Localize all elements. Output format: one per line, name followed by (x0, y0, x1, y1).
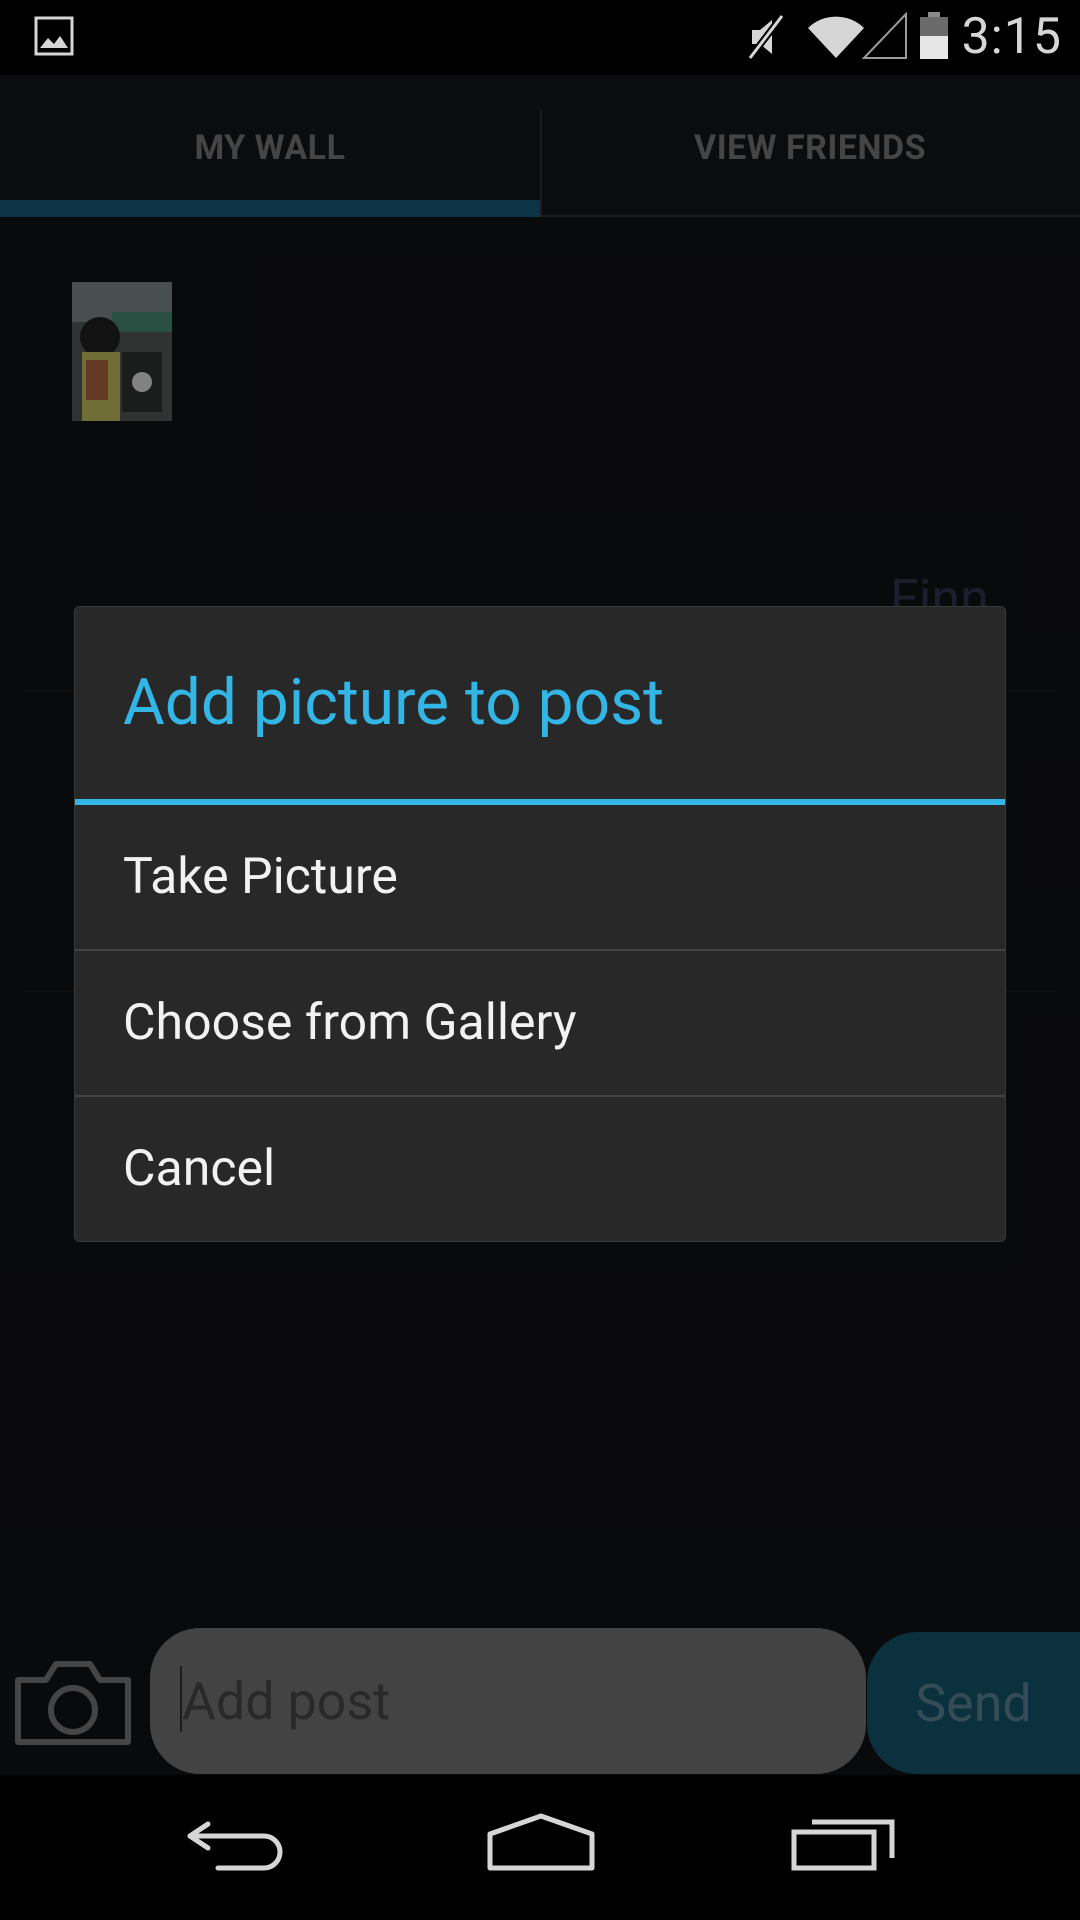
add-picture-dialog: Add picture to post Take Picture Choose … (75, 607, 1005, 1241)
status-time: 3:15 (961, 8, 1062, 66)
image-notification-icon (34, 16, 74, 60)
home-icon[interactable] (486, 1812, 596, 1876)
choose-from-gallery-label: Choose from Gallery (123, 994, 577, 1052)
wifi-icon (806, 14, 866, 64)
choose-from-gallery-option[interactable]: Choose from Gallery (75, 951, 1005, 1095)
navigation-bar (0, 1776, 1080, 1920)
signal-icon (861, 11, 908, 64)
back-icon[interactable] (184, 1814, 290, 1878)
cancel-label: Cancel (123, 1140, 276, 1198)
status-bar: 3:15 (0, 0, 1080, 75)
take-picture-option[interactable]: Take Picture (75, 805, 1005, 949)
take-picture-label: Take Picture (123, 848, 398, 906)
recent-apps-icon[interactable] (790, 1812, 896, 1876)
cancel-option[interactable]: Cancel (75, 1097, 1005, 1241)
dialog-title: Add picture to post (123, 665, 665, 740)
battery-icon (918, 12, 950, 64)
muted-icon (744, 13, 788, 64)
